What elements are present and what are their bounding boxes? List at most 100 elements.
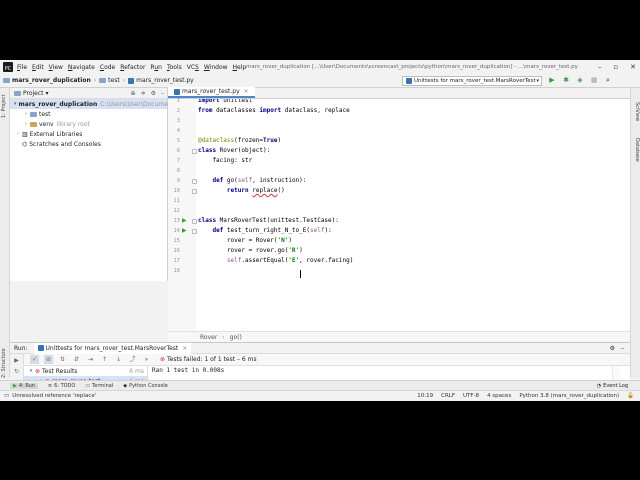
window-controls: – ▫ ✕ <box>598 63 636 71</box>
navigation-bar: mars_rover_duplication › test › mars_rov… <box>0 74 640 88</box>
status-message: Unresolved reference 'replace' <box>12 393 97 399</box>
python-test-icon <box>37 345 44 351</box>
project-tool-tab[interactable]: 1: Project <box>1 94 7 118</box>
gear-icon[interactable]: ⚙ <box>610 345 615 352</box>
run-test-gutter-icon[interactable]: ▶ <box>182 226 187 236</box>
test-tree-item[interactable]: ▾ ⊗ Test Results 6 ms <box>24 366 147 376</box>
project-tree-hint: library root <box>56 120 90 128</box>
fold-icon[interactable] <box>192 179 197 184</box>
line-number: 3 <box>176 118 180 124</box>
project-tree-hint: C:\Users\User\Documents <box>100 100 178 108</box>
stop-icon[interactable]: ■ <box>590 76 598 85</box>
collapse-icon[interactable]: ≑ <box>141 90 146 97</box>
project-tree-item[interactable]: › test <box>10 109 167 119</box>
lock-icon[interactable]: 🔓 <box>627 393 634 399</box>
editor-breadcrumb-class[interactable]: Rover <box>200 334 217 341</box>
file-encoding[interactable]: UTF-8 <box>463 393 479 399</box>
menu-navigate[interactable]: Navigate <box>68 64 95 71</box>
menu-file[interactable]: File <box>17 64 27 71</box>
hide-icon[interactable]: – <box>621 345 624 352</box>
project-icon <box>14 90 21 96</box>
project-panel-title[interactable]: Project <box>23 90 44 97</box>
expand-arrow-icon[interactable]: ▾ <box>14 101 17 107</box>
fold-icon[interactable] <box>192 219 197 224</box>
terminal-icon: ▭ <box>85 382 91 389</box>
editor-breadcrumb-method[interactable]: go() <box>230 334 242 341</box>
code-area[interactable]: import unittest from dataclasses import d… <box>198 99 618 331</box>
search-icon[interactable]: ⌕ <box>604 76 612 85</box>
fold-icon[interactable] <box>192 189 197 194</box>
rerun-icon[interactable]: ▶ <box>12 356 21 365</box>
expand-arrow-icon[interactable]: › <box>22 111 30 117</box>
locate-icon[interactable]: ⊕ <box>131 90 136 97</box>
fold-icon[interactable] <box>192 229 197 234</box>
expand-arrow-icon[interactable]: › <box>14 131 22 137</box>
menu-vcs[interactable]: VCS <box>187 64 199 71</box>
import-tests-icon[interactable]: ⇥ <box>86 355 95 364</box>
next-icon[interactable]: ↓ <box>114 355 123 364</box>
menu-code[interactable]: Code <box>100 64 115 71</box>
expand-arrow-icon[interactable]: ▾ <box>27 368 35 374</box>
close-icon[interactable]: ✕ <box>630 63 636 71</box>
bottom-tab-4-run[interactable]: ▶ 4: Run <box>10 382 38 389</box>
bottom-tab-terminal[interactable]: ▭ Terminal <box>85 383 113 389</box>
bottom-tab-6-todo[interactable]: ≡ 6: TODO <box>48 383 75 389</box>
sort-duration-icon[interactable]: ⇵ <box>72 355 81 364</box>
menu-refactor[interactable]: Refactor <box>120 64 145 71</box>
bottom-tab-python-console[interactable]: ◆ Python Console <box>123 383 168 389</box>
caret-position[interactable]: 10:19 <box>417 393 433 399</box>
menu-run[interactable]: Run <box>150 64 162 71</box>
python-interpreter[interactable]: Python 3.8 (mars_rover_duplication) <box>519 393 619 399</box>
project-panel-actions: ⊕ ≑ ⚙ – <box>131 90 164 97</box>
rerun-failed-icon[interactable]: ↻ <box>12 367 21 376</box>
project-tree-item[interactable]: › venv library root <box>10 119 167 129</box>
show-ignored-icon[interactable]: ⊘ <box>44 355 53 364</box>
menu-help[interactable]: Help <box>233 64 247 71</box>
run-tab[interactable]: Unittests for mars_rover_test.MarsRoverT… <box>33 342 192 354</box>
code-line: facing: str <box>198 157 253 164</box>
minimize-icon[interactable]: – <box>598 63 602 71</box>
structure-tool-tab[interactable]: 2: Structure <box>1 348 7 378</box>
close-tab-icon[interactable]: × <box>182 345 187 352</box>
indent-setting[interactable]: 4 spaces <box>487 393 511 399</box>
editor-gutter[interactable]: 1 2 3 4 5 6 7 8 9 10 11 12 13 14 15 16 17 18 ▶ ▶ <box>168 98 197 331</box>
editor-tab-label: mars_rover_test.py <box>182 88 240 95</box>
run-icon[interactable]: ▶ <box>548 76 556 85</box>
run-configuration-select[interactable]: Unittests for mars_rover_test.MarsRoverT… <box>402 76 542 86</box>
project-tree-item[interactable]: › ▥ External Libraries <box>10 129 167 139</box>
run-panel-header: Run: Unittests for mars_rover_test.MarsR… <box>10 342 630 354</box>
menu-edit[interactable]: Edit <box>32 64 44 71</box>
more-icon[interactable]: » <box>142 355 151 364</box>
test-duration: 6 ms <box>129 367 144 375</box>
menu-view[interactable]: View <box>49 64 63 71</box>
sort-alpha-icon[interactable]: ⇅ <box>58 355 67 364</box>
breadcrumb-project[interactable]: mars_rover_duplication <box>12 77 91 84</box>
chevron-down-icon[interactable]: ▾ <box>46 90 49 97</box>
test-tree-label: Test Results <box>42 367 78 375</box>
export-icon[interactable]: ⤴ <box>128 355 137 364</box>
debug-icon[interactable]: ✱ <box>562 76 570 85</box>
coverage-icon[interactable]: ◈ <box>576 76 584 85</box>
menu-window[interactable]: Window <box>204 64 228 71</box>
editor-tab[interactable]: mars_rover_test.py × <box>168 87 255 98</box>
fold-icon[interactable] <box>192 149 197 154</box>
previous-icon[interactable]: ↑ <box>100 355 109 364</box>
sciview-tool-tab[interactable]: SciView <box>634 102 640 121</box>
line-number: 16 <box>173 248 180 254</box>
breadcrumb-file[interactable]: mars_rover_test.py <box>136 77 194 84</box>
library-icon: ▥ <box>22 130 28 138</box>
project-tree-item[interactable]: ⌬ Scratches and Consoles <box>10 139 167 149</box>
breadcrumb-folder[interactable]: test <box>108 77 120 84</box>
close-tab-icon[interactable]: × <box>244 88 249 95</box>
expand-arrow-icon[interactable]: › <box>22 121 30 127</box>
show-passed-icon[interactable]: ✓ <box>30 355 39 364</box>
database-tool-tab[interactable]: Database <box>634 138 640 162</box>
line-separator[interactable]: CRLF <box>441 393 455 399</box>
hide-icon[interactable]: – <box>161 90 164 97</box>
maximize-icon[interactable]: ▫ <box>613 63 618 71</box>
project-tree-item[interactable]: ▾ mars_rover_duplication C:\Users\User\Doc… <box>10 99 177 109</box>
menu-tools[interactable]: Tools <box>167 64 182 71</box>
run-test-gutter-icon[interactable]: ▶ <box>182 216 187 226</box>
event-log-tab[interactable]: ◔ Event Log <box>597 383 628 389</box>
gear-icon[interactable]: ⚙ <box>151 90 156 97</box>
